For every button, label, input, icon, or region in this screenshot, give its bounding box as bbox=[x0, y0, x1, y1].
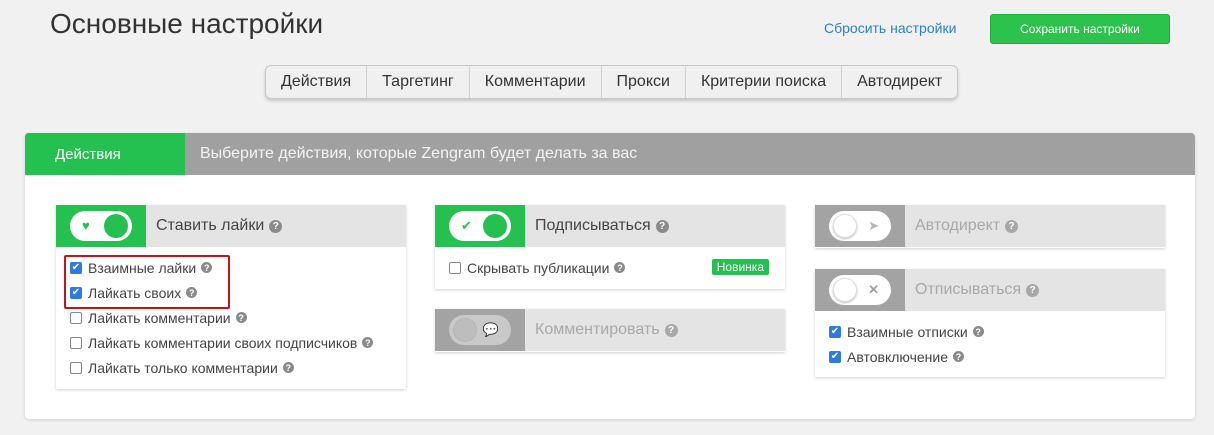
likes-toggle[interactable]: ♥ bbox=[70, 211, 132, 241]
help-icon[interactable]: ? bbox=[235, 312, 247, 323]
option-like-follower-comments[interactable]: Лайкать комментарии своих подписчиков ? bbox=[70, 330, 392, 355]
unfollow-toggle[interactable]: ✕ bbox=[829, 275, 891, 305]
toggle-knob bbox=[453, 318, 477, 342]
comment-toggle[interactable]: 💬 bbox=[449, 315, 511, 345]
autodirect-title-text: Автодирект bbox=[915, 217, 1001, 234]
checkbox-checked-icon[interactable]: ✔ bbox=[829, 350, 841, 363]
checkbox-checked-icon[interactable]: ✔ bbox=[829, 325, 841, 338]
option-label: Взаимные отписки bbox=[847, 323, 968, 340]
autodirect-card-title: Автодирект ? bbox=[905, 205, 1019, 247]
unfollow-options: ✔ Взаимные отписки ? ✔ Автовключение ? bbox=[815, 311, 1165, 375]
follow-card: ✔ Подписываться ? Скрывать публикации ? … bbox=[435, 205, 785, 289]
option-label: Автовключение bbox=[847, 348, 949, 365]
highlight-box bbox=[64, 255, 230, 309]
help-icon[interactable]: ? bbox=[282, 362, 294, 373]
follow-toggle-area: ✔ bbox=[435, 205, 525, 247]
cross-icon: ✕ bbox=[868, 282, 879, 297]
save-settings-button[interactable]: Сохранить настройки bbox=[990, 14, 1170, 44]
new-badge: Новинка bbox=[711, 259, 769, 275]
toggle-knob bbox=[483, 214, 507, 238]
checkbox-icon[interactable] bbox=[449, 261, 461, 274]
unfollow-card-header: ✕ Отписываться ? bbox=[815, 269, 1165, 311]
autodirect-card: ➤ Автодирект ? bbox=[815, 205, 1165, 248]
toggle-knob bbox=[104, 214, 128, 238]
paper-plane-icon: ➤ bbox=[868, 218, 879, 233]
help-icon[interactable]: ? bbox=[953, 351, 965, 362]
tab-targeting[interactable]: Таргетинг bbox=[367, 66, 470, 98]
likes-toggle-area: ♥ bbox=[56, 205, 146, 247]
comment-title-text: Комментировать bbox=[535, 321, 660, 338]
tab-proxy[interactable]: Прокси bbox=[602, 66, 686, 98]
tab-comments[interactable]: Комментарии bbox=[470, 66, 602, 98]
help-icon[interactable]: ? bbox=[362, 337, 374, 348]
toggle-knob bbox=[833, 214, 857, 238]
unfollow-toggle-area: ✕ bbox=[815, 269, 905, 311]
autodirect-toggle[interactable]: ➤ bbox=[829, 211, 891, 241]
unfollow-card: ✕ Отписываться ? ✔ Взаимные отписки ? ✔ … bbox=[815, 269, 1165, 377]
speech-bubble-icon: 💬 bbox=[482, 322, 499, 337]
help-icon[interactable]: ? bbox=[269, 219, 283, 233]
panel-header: Действия Выберите действия, которые Zeng… bbox=[25, 133, 1195, 175]
toggle-knob bbox=[833, 278, 857, 302]
settings-tabs: Действия Таргетинг Комментарии Прокси Кр… bbox=[265, 65, 959, 99]
likes-title-text: Ставить лайки bbox=[156, 217, 265, 234]
option-hide-posts[interactable]: Скрывать публикации ? Новинка bbox=[449, 255, 769, 280]
help-icon[interactable]: ? bbox=[614, 262, 626, 273]
help-icon[interactable]: ? bbox=[1005, 219, 1019, 233]
tab-autodirect[interactable]: Автодирект bbox=[842, 66, 957, 98]
help-icon[interactable]: ? bbox=[972, 326, 984, 337]
help-icon[interactable]: ? bbox=[664, 323, 678, 337]
page-title: Основные настройки bbox=[50, 8, 324, 39]
follow-card-header: ✔ Подписываться ? bbox=[435, 205, 785, 247]
panel-description: Выберите действия, которые Zengram будет… bbox=[200, 145, 638, 162]
heart-icon: ♥ bbox=[82, 218, 90, 233]
comment-card: 💬 Комментировать ? bbox=[435, 309, 785, 352]
comment-toggle-area: 💬 bbox=[435, 309, 525, 351]
help-icon[interactable]: ? bbox=[1026, 283, 1040, 297]
tab-actions[interactable]: Действия bbox=[266, 66, 368, 98]
option-like-only-comments[interactable]: Лайкать только комментарии ? bbox=[70, 355, 392, 380]
option-label: Лайкать комментарии bbox=[88, 309, 231, 326]
option-auto-enable[interactable]: ✔ Автовключение ? bbox=[829, 344, 1151, 369]
comment-card-header: 💬 Комментировать ? bbox=[435, 309, 785, 351]
check-icon: ✔ bbox=[461, 218, 472, 233]
reset-settings-link[interactable]: Сбросить настройки bbox=[824, 20, 956, 36]
follow-toggle[interactable]: ✔ bbox=[449, 211, 511, 241]
follow-title-text: Подписываться bbox=[535, 217, 651, 234]
checkbox-icon[interactable] bbox=[70, 336, 82, 349]
help-icon[interactable]: ? bbox=[655, 219, 669, 233]
checkbox-icon[interactable] bbox=[70, 311, 82, 324]
panel-label: Действия bbox=[25, 133, 185, 175]
option-label: Скрывать публикации bbox=[467, 259, 610, 276]
unfollow-card-title: Отписываться ? bbox=[905, 269, 1040, 311]
follow-card-title: Подписываться ? bbox=[525, 205, 669, 247]
tab-search-criteria[interactable]: Критерии поиска bbox=[686, 66, 843, 98]
unfollow-title-text: Отписываться bbox=[915, 281, 1022, 298]
follow-options: Скрывать публикации ? Новинка bbox=[435, 247, 785, 286]
comment-card-title: Комментировать ? bbox=[525, 309, 678, 351]
option-label: Лайкать комментарии своих подписчиков bbox=[88, 334, 358, 351]
autodirect-toggle-area: ➤ bbox=[815, 205, 905, 247]
autodirect-card-header: ➤ Автодирект ? bbox=[815, 205, 1165, 247]
checkbox-icon[interactable] bbox=[70, 361, 82, 374]
likes-card-header: ♥ Ставить лайки ? bbox=[56, 205, 406, 247]
option-mutual-unfollow[interactable]: ✔ Взаимные отписки ? bbox=[829, 319, 1151, 344]
option-label: Лайкать только комментарии bbox=[88, 359, 278, 376]
likes-card-title: Ставить лайки ? bbox=[146, 205, 283, 247]
